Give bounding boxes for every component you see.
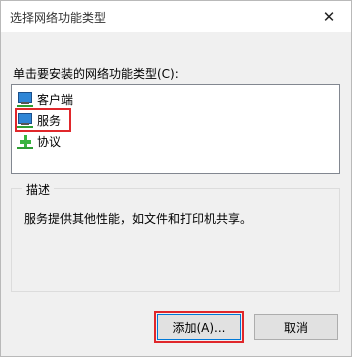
service-monitor-icon [17, 112, 35, 128]
list-item-protocol[interactable]: 协议 [17, 131, 61, 151]
client-monitor-icon [17, 91, 35, 107]
feature-type-list[interactable]: 客户端 服务 协议 [11, 84, 340, 174]
list-item-label: 客户端 [37, 92, 74, 107]
title-bar: 选择网络功能类型 ✕ [1, 1, 351, 32]
protocol-icon [17, 133, 35, 149]
list-item-client[interactable]: 客户端 [17, 89, 73, 109]
description-text: 服务提供其他性能，如文件和打印机共享。 [24, 212, 253, 226]
feature-type-prompt: 单击要安装的网络功能类型(C): [13, 67, 179, 81]
description-group: 描述 服务提供其他性能，如文件和打印机共享。 [11, 181, 340, 292]
close-icon: ✕ [322, 7, 336, 26]
add-button[interactable]: 添加(A)... [154, 311, 244, 343]
list-item-label: 服务 [37, 113, 62, 128]
select-network-feature-dialog: 选择网络功能类型 ✕ 单击要安装的网络功能类型(C): 客户端 服务 协议 描述… [0, 0, 352, 357]
description-label: 描述 [22, 181, 55, 198]
dialog-title: 选择网络功能类型 [10, 11, 107, 25]
list-item-service[interactable]: 服务 [15, 108, 71, 132]
close-button[interactable]: ✕ [307, 1, 351, 32]
list-item-label: 协议 [37, 134, 62, 149]
cancel-button[interactable]: 取消 [254, 314, 338, 340]
